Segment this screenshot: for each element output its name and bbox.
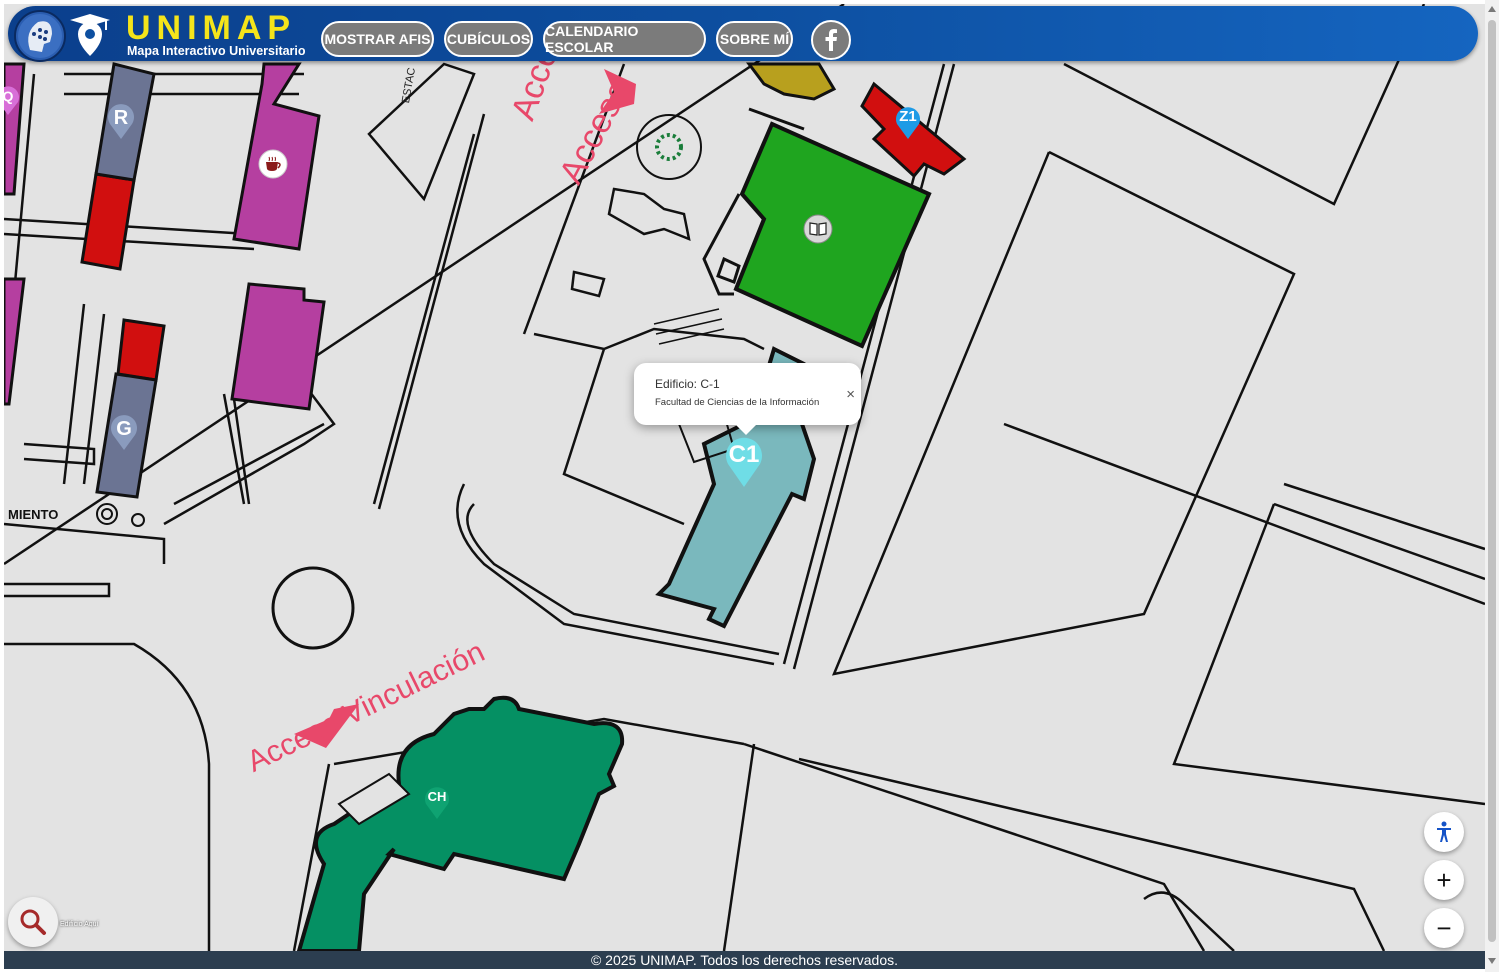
search-icon (20, 909, 46, 935)
campus-map[interactable]: Acceso Acceso Acceso Vinculación ESTAC M… (4, 4, 1485, 951)
marker-c1-label: C1 (728, 441, 760, 468)
facebook-icon (825, 29, 837, 51)
marker-r-label: R (113, 107, 129, 129)
marker-ch-label: CH (427, 789, 447, 804)
about-me-button[interactable]: SOBRE MÍ (716, 21, 793, 57)
search-button[interactable] (8, 897, 58, 947)
footer-copyright: © 2025 UNIMAP. Todos los derechos reserv… (4, 951, 1485, 969)
university-logo (14, 10, 66, 62)
scroll-up-icon[interactable] (1488, 6, 1496, 12)
cafe-icon[interactable] (258, 149, 288, 179)
building-info-popup: Edificio: C-1 Facultad de Ciencias de la… (634, 363, 861, 435)
show-afis-button[interactable]: MOSTRAR AFIS (321, 21, 434, 57)
miento-label: MIENTO (8, 507, 59, 522)
accessibility-button[interactable] (1424, 812, 1464, 852)
facebook-button[interactable] (811, 20, 851, 60)
zoom-out-button[interactable]: − (1424, 908, 1464, 948)
scroll-down-icon[interactable] (1488, 958, 1496, 964)
brand-title: UNIMAP (126, 9, 297, 47)
popup-title: Edificio: C-1 (655, 377, 720, 391)
brand-subtitle: Mapa Interactivo Universitario (127, 44, 306, 58)
cubiculos-button[interactable]: CUBÍCULOS (444, 21, 533, 57)
person-icon (1437, 821, 1451, 842)
marker-q-label: Q (4, 88, 14, 104)
scroll-thumb[interactable] (1488, 20, 1496, 942)
marker-g-label: G (116, 418, 132, 440)
popup-description: Facultad de Ciencias de la Información (655, 397, 820, 408)
search-hint: Edificio Aquí (60, 921, 99, 928)
marker-z1-label: Z1 (899, 108, 917, 125)
map-pin-logo-icon (70, 14, 110, 56)
zoom-in-button[interactable]: + (1424, 860, 1464, 900)
library-book-icon[interactable] (803, 214, 833, 244)
school-calendar-button[interactable]: CALENDARIO ESCOLAR (543, 21, 706, 57)
page-scrollbar[interactable] (1485, 0, 1499, 972)
top-navbar: UNIMAP Mapa Interactivo Universitario MO… (8, 6, 1478, 62)
popup-close-button[interactable]: × (846, 386, 855, 403)
